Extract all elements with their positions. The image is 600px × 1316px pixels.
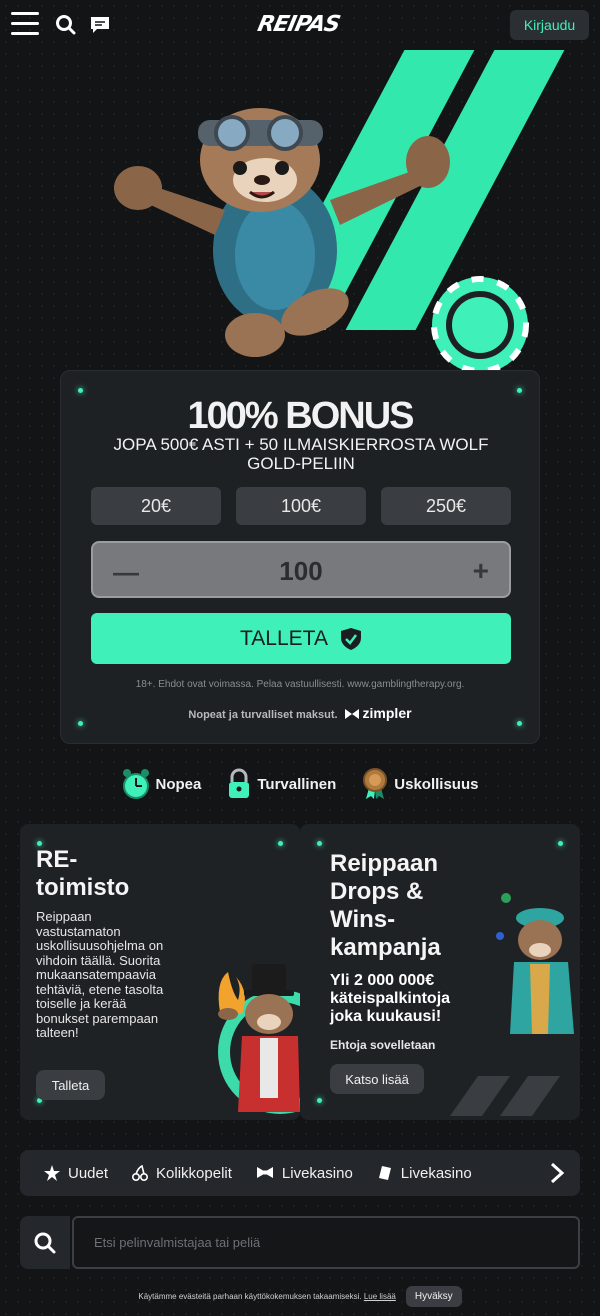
- promo-highlight-line: joka kuukausi!: [330, 1008, 442, 1025]
- logo[interactable]: REIPAS: [255, 12, 341, 37]
- decor-dot: [317, 841, 322, 846]
- feature-secure: Turvallinen: [227, 766, 336, 802]
- nav-item-live-casino[interactable]: Livekasino: [256, 1165, 353, 1182]
- nav-item-label: Kolikkopelit: [156, 1164, 232, 1182]
- amount-value[interactable]: 100: [93, 556, 509, 587]
- promo-see-more-button[interactable]: Katso lisää: [330, 1064, 424, 1094]
- bowtie-icon: [256, 1167, 273, 1178]
- payments-text: Nopeat ja turvalliset maksut.: [188, 709, 338, 721]
- decor-stripes: [450, 1076, 560, 1116]
- feature-label: Nopea: [155, 775, 202, 793]
- promo-title-line: Wins-: [330, 906, 396, 933]
- features-row: Nopea Turvallinen Uskollisuus: [0, 766, 600, 802]
- decor-dot: [78, 388, 83, 393]
- menu-icon[interactable]: [11, 12, 39, 36]
- promo-title-line: Reippaan: [330, 850, 439, 877]
- alarm-clock-icon: [122, 769, 149, 799]
- amount-option-250[interactable]: 250€: [381, 487, 511, 525]
- cookie-banner: Käytämme evästeitä parhaan käyttökokemuk…: [0, 1284, 600, 1308]
- promo-highlight-line: käteispalkintoja: [330, 990, 451, 1007]
- decor-dot: [278, 841, 283, 846]
- nav-item-new[interactable]: Uudet: [44, 1165, 108, 1182]
- amount-option-20[interactable]: 20€: [91, 487, 221, 525]
- promo-terms: Ehtoja sovelletaan: [330, 1038, 436, 1052]
- deposit-button-label: TALLETA: [240, 626, 328, 650]
- decor-dot: [78, 721, 83, 726]
- plus-button[interactable]: +: [473, 555, 489, 587]
- promo-title: Reippaan Drops & Wins- kampanja: [330, 850, 480, 962]
- payments-info: Nopeat ja turvalliset maksut. zimpler: [61, 705, 539, 721]
- chat-icon[interactable]: [89, 14, 111, 36]
- amount-stepper: — 100 +: [91, 541, 511, 598]
- zimpler-icon: [344, 709, 359, 719]
- medal-icon: [363, 768, 388, 799]
- nav-item-label: Uudet: [68, 1164, 109, 1182]
- search-button[interactable]: [20, 1216, 70, 1269]
- category-nav: Uudet Kolikkopelit Livekasino Livekasino: [20, 1150, 580, 1196]
- chevron-right-icon[interactable]: [542, 1158, 572, 1188]
- terms-text: 18+. Ehdot ovat voimassa. Pelaa vastuull…: [135, 679, 465, 690]
- feature-loyalty: Uskollisuus: [362, 766, 478, 802]
- cookie-message: Käytämme evästeitä parhaan käyttökokemuk…: [138, 1291, 362, 1301]
- feature-label: Turvallinen: [257, 775, 337, 793]
- feature-fast: Nopea: [122, 766, 202, 802]
- bonus-card: 100% BONUS JOPA 500€ ASTI + 50 ILMAISKIE…: [60, 370, 540, 744]
- search-icon: [34, 1232, 56, 1253]
- promo-highlight: Yli 2 000 000€ käteispalkintoja joka kuu…: [330, 972, 450, 1026]
- promo-title-line: RE-: [36, 846, 78, 873]
- search-input[interactable]: [72, 1216, 580, 1269]
- promo-title: RE- toimisto: [36, 846, 186, 902]
- amount-option-100[interactable]: 100€: [236, 487, 366, 525]
- hero-banner: [0, 50, 600, 390]
- header: REIPAS Kirjaudu: [0, 0, 600, 50]
- padlock-icon: [229, 768, 250, 798]
- deposit-button[interactable]: TALLETA: [91, 613, 511, 664]
- decor-dot: [317, 1098, 322, 1103]
- cookie-read-more-link[interactable]: Lue lisää: [364, 1292, 396, 1301]
- decor-dot: [517, 388, 522, 393]
- otter-magician-image: [218, 964, 300, 1114]
- decor-dot: [558, 841, 563, 846]
- otter-mascot-image: [114, 108, 529, 374]
- promo-description: Reippaan vastustamaton uskollisuusohjelm…: [36, 909, 164, 1040]
- zimpler-label: zimpler: [362, 705, 412, 721]
- bonus-title: 100% BONUS: [187, 395, 415, 437]
- cookie-accept-button[interactable]: Hyväksy: [405, 1285, 462, 1307]
- nav-item-live-casino-2[interactable]: Livekasino: [377, 1165, 472, 1182]
- cherries-icon: [132, 1165, 149, 1181]
- shield-check-icon: [340, 627, 361, 650]
- decor-dot: [517, 721, 522, 726]
- login-button[interactable]: Kirjaudu: [510, 10, 589, 40]
- cookie-text: Käytämme evästeitä parhaan käyttökokemuk…: [138, 1292, 395, 1301]
- card-icon: [378, 1166, 391, 1180]
- nav-item-label: Livekasino: [281, 1164, 353, 1182]
- promo-title-line: Drops &: [330, 878, 424, 905]
- promo-title-line: kampanja: [330, 934, 441, 961]
- search-icon[interactable]: [55, 14, 77, 36]
- promo-card-re-office[interactable]: RE- toimisto Reippaan vastustamaton usko…: [20, 824, 300, 1120]
- feature-label: Uskollisuus: [394, 775, 479, 793]
- promo-deposit-button[interactable]: Talleta: [36, 1070, 105, 1100]
- game-search: [20, 1216, 580, 1269]
- nav-item-slots[interactable]: Kolikkopelit: [132, 1165, 232, 1182]
- promo-title-line: toimisto: [36, 874, 130, 901]
- promo-highlight-line: Yli 2 000 000€: [330, 972, 435, 989]
- zimpler-logo: zimpler: [344, 705, 412, 721]
- promo-card-drops-wins[interactable]: Reippaan Drops & Wins- kampanja Yli 2 00…: [300, 824, 580, 1120]
- otter-genie-image: [496, 893, 574, 1034]
- bonus-subtitle: JOPA 500€ ASTI + 50 ILMAISKIERROSTA WOLF…: [113, 435, 489, 473]
- nav-item-label: Livekasino: [400, 1164, 472, 1182]
- star-icon: [44, 1165, 60, 1181]
